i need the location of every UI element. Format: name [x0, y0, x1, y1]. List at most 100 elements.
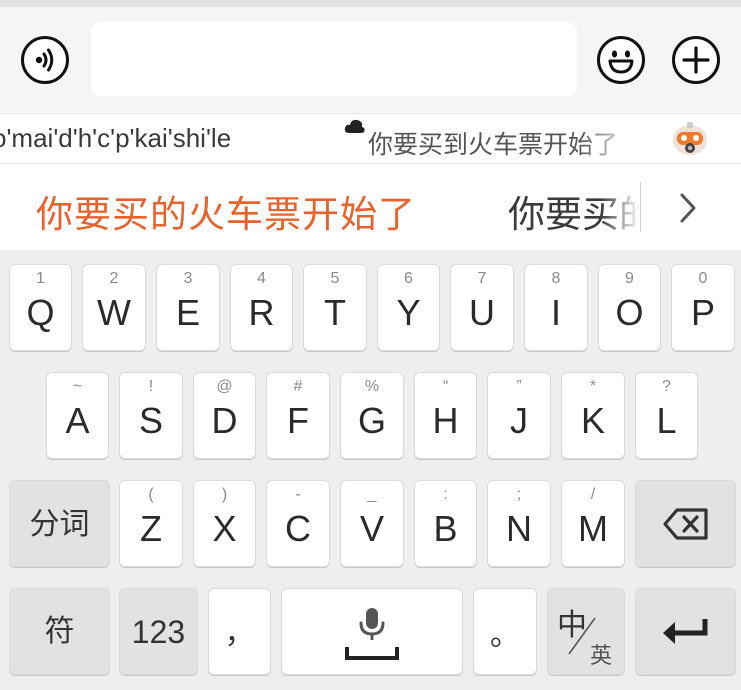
key-hint: 5 [330, 270, 340, 287]
key-hint: / [590, 486, 596, 503]
symbol-label: 符 [44, 614, 75, 649]
key-w[interactable]: 2 W [82, 264, 146, 351]
key-g[interactable]: % G [340, 372, 404, 459]
key-z[interactable]: ( Z [119, 480, 183, 567]
key-hint: _ [367, 486, 377, 503]
chevron-right-icon[interactable] [672, 190, 702, 226]
key-d[interactable]: @ D [193, 372, 256, 459]
key-label: K [580, 400, 605, 441]
lang-secondary-label: 英 [590, 644, 613, 669]
key-v[interactable]: _ V [340, 480, 404, 567]
chat-message-input[interactable] [91, 22, 577, 96]
key-hint: - [295, 486, 301, 503]
key-i[interactable]: 8 I [524, 264, 588, 351]
key-label: C [285, 508, 311, 549]
key-m[interactable]: / M [561, 480, 625, 567]
key-j[interactable]: ” J [487, 372, 551, 459]
plus-circle-icon [682, 46, 710, 74]
cloud-prediction[interactable]: 你要买到火车票开始了 [368, 125, 634, 157]
key-label: B [433, 508, 458, 549]
space-bar-icon [345, 647, 399, 660]
key-hint: ” [516, 378, 522, 395]
key-label: A [65, 400, 90, 441]
more-features-button[interactable] [672, 36, 720, 84]
key-label: P [690, 292, 715, 333]
key-hint: 6 [404, 270, 413, 287]
key-u[interactable]: 7 U [450, 264, 514, 351]
chat-input-bar [0, 0, 741, 113]
key-label: N [506, 508, 532, 549]
comma-label: ， [224, 616, 255, 651]
key-hint: 0 [698, 270, 708, 287]
key-hint: ? [662, 378, 671, 395]
numbers-key[interactable]: 123 [119, 588, 198, 675]
key-c[interactable]: - C [266, 480, 330, 567]
microphone-icon [359, 608, 385, 640]
pinyin-composition-bar: o'mai'd'h'c'p'kai'shi'le 你要买到火车票开始了 [0, 113, 741, 164]
candidate-divider [640, 182, 641, 232]
key-hint: * [589, 378, 597, 395]
pinyin-text: o'mai'd'h'c'p'kai'shi'le [0, 123, 232, 153]
key-label: R [248, 292, 275, 333]
key-e[interactable]: 3 E [156, 264, 220, 351]
enter-icon [663, 619, 708, 644]
key-o[interactable]: 9 O [598, 264, 661, 351]
space-key[interactable] [281, 588, 463, 675]
key-n[interactable]: ; N [487, 480, 551, 567]
cloud-prediction-text: 你要买到火车票开始了 [368, 130, 619, 157]
key-label: Z [140, 508, 162, 549]
key-label: S [138, 400, 163, 441]
robot-icon[interactable] [670, 120, 710, 158]
segment-key[interactable]: 分词 [9, 480, 110, 567]
key-hint: 7 [477, 270, 487, 287]
key-s[interactable]: ! S [119, 372, 183, 459]
key-k[interactable]: * K [561, 372, 625, 459]
key-q[interactable]: 1 Q [9, 264, 72, 351]
slash-divider-icon [568, 617, 596, 655]
key-hint: 1 [36, 270, 45, 287]
key-x[interactable]: ) X [193, 480, 256, 567]
smile-face-icon [608, 50, 634, 74]
key-f[interactable]: # F [266, 372, 330, 459]
candidate-second[interactable]: 你要买的 [508, 184, 640, 232]
key-hint: : [443, 486, 448, 503]
enter-key[interactable] [635, 588, 736, 675]
period-key[interactable]: 。 [473, 588, 537, 675]
key-label: Y [396, 292, 421, 333]
backspace-icon [663, 508, 708, 540]
key-label: L [656, 400, 677, 441]
language-switch-key[interactable]: 中 英 [547, 588, 625, 675]
key-hint: % [364, 378, 380, 395]
key-label: W [97, 292, 131, 333]
key-hint: ; [516, 486, 522, 503]
emoji-button[interactable] [597, 36, 645, 84]
numbers-label: 123 [131, 614, 186, 650]
keyboard: 1 Q 2 W 3 E 4 R 5 T 6 Y 7 U 8 I 9 O 0 P … [0, 250, 741, 690]
key-l[interactable]: ? L [635, 372, 698, 459]
key-label: J [510, 400, 528, 441]
key-label: D [211, 400, 238, 441]
key-label: X [212, 508, 237, 549]
key-hint: 3 [183, 270, 193, 287]
key-h[interactable]: “ H [414, 372, 477, 459]
key-b[interactable]: : B [414, 480, 477, 567]
key-p[interactable]: 0 P [671, 264, 735, 351]
key-y[interactable]: 6 Y [377, 264, 440, 351]
key-label: O [615, 292, 644, 333]
voice-wave-icon [35, 48, 54, 72]
key-label: V [359, 508, 384, 549]
comma-key[interactable]: ， [208, 588, 271, 675]
symbol-key[interactable]: 符 [9, 588, 110, 675]
key-r[interactable]: 4 R [230, 264, 293, 351]
key-hint: 9 [625, 270, 634, 287]
key-label: E [175, 292, 200, 333]
backspace-key[interactable] [635, 480, 736, 567]
key-hint: 4 [257, 270, 266, 287]
voice-input-button[interactable] [21, 36, 69, 84]
key-label: U [469, 292, 495, 333]
candidate-first[interactable]: 你要买的火车票开始了 [36, 184, 416, 238]
key-hint: @ [216, 378, 233, 395]
period-label: 。 [490, 618, 520, 653]
key-a[interactable]: ~ A [46, 372, 109, 459]
key-t[interactable]: 5 T [303, 264, 367, 351]
